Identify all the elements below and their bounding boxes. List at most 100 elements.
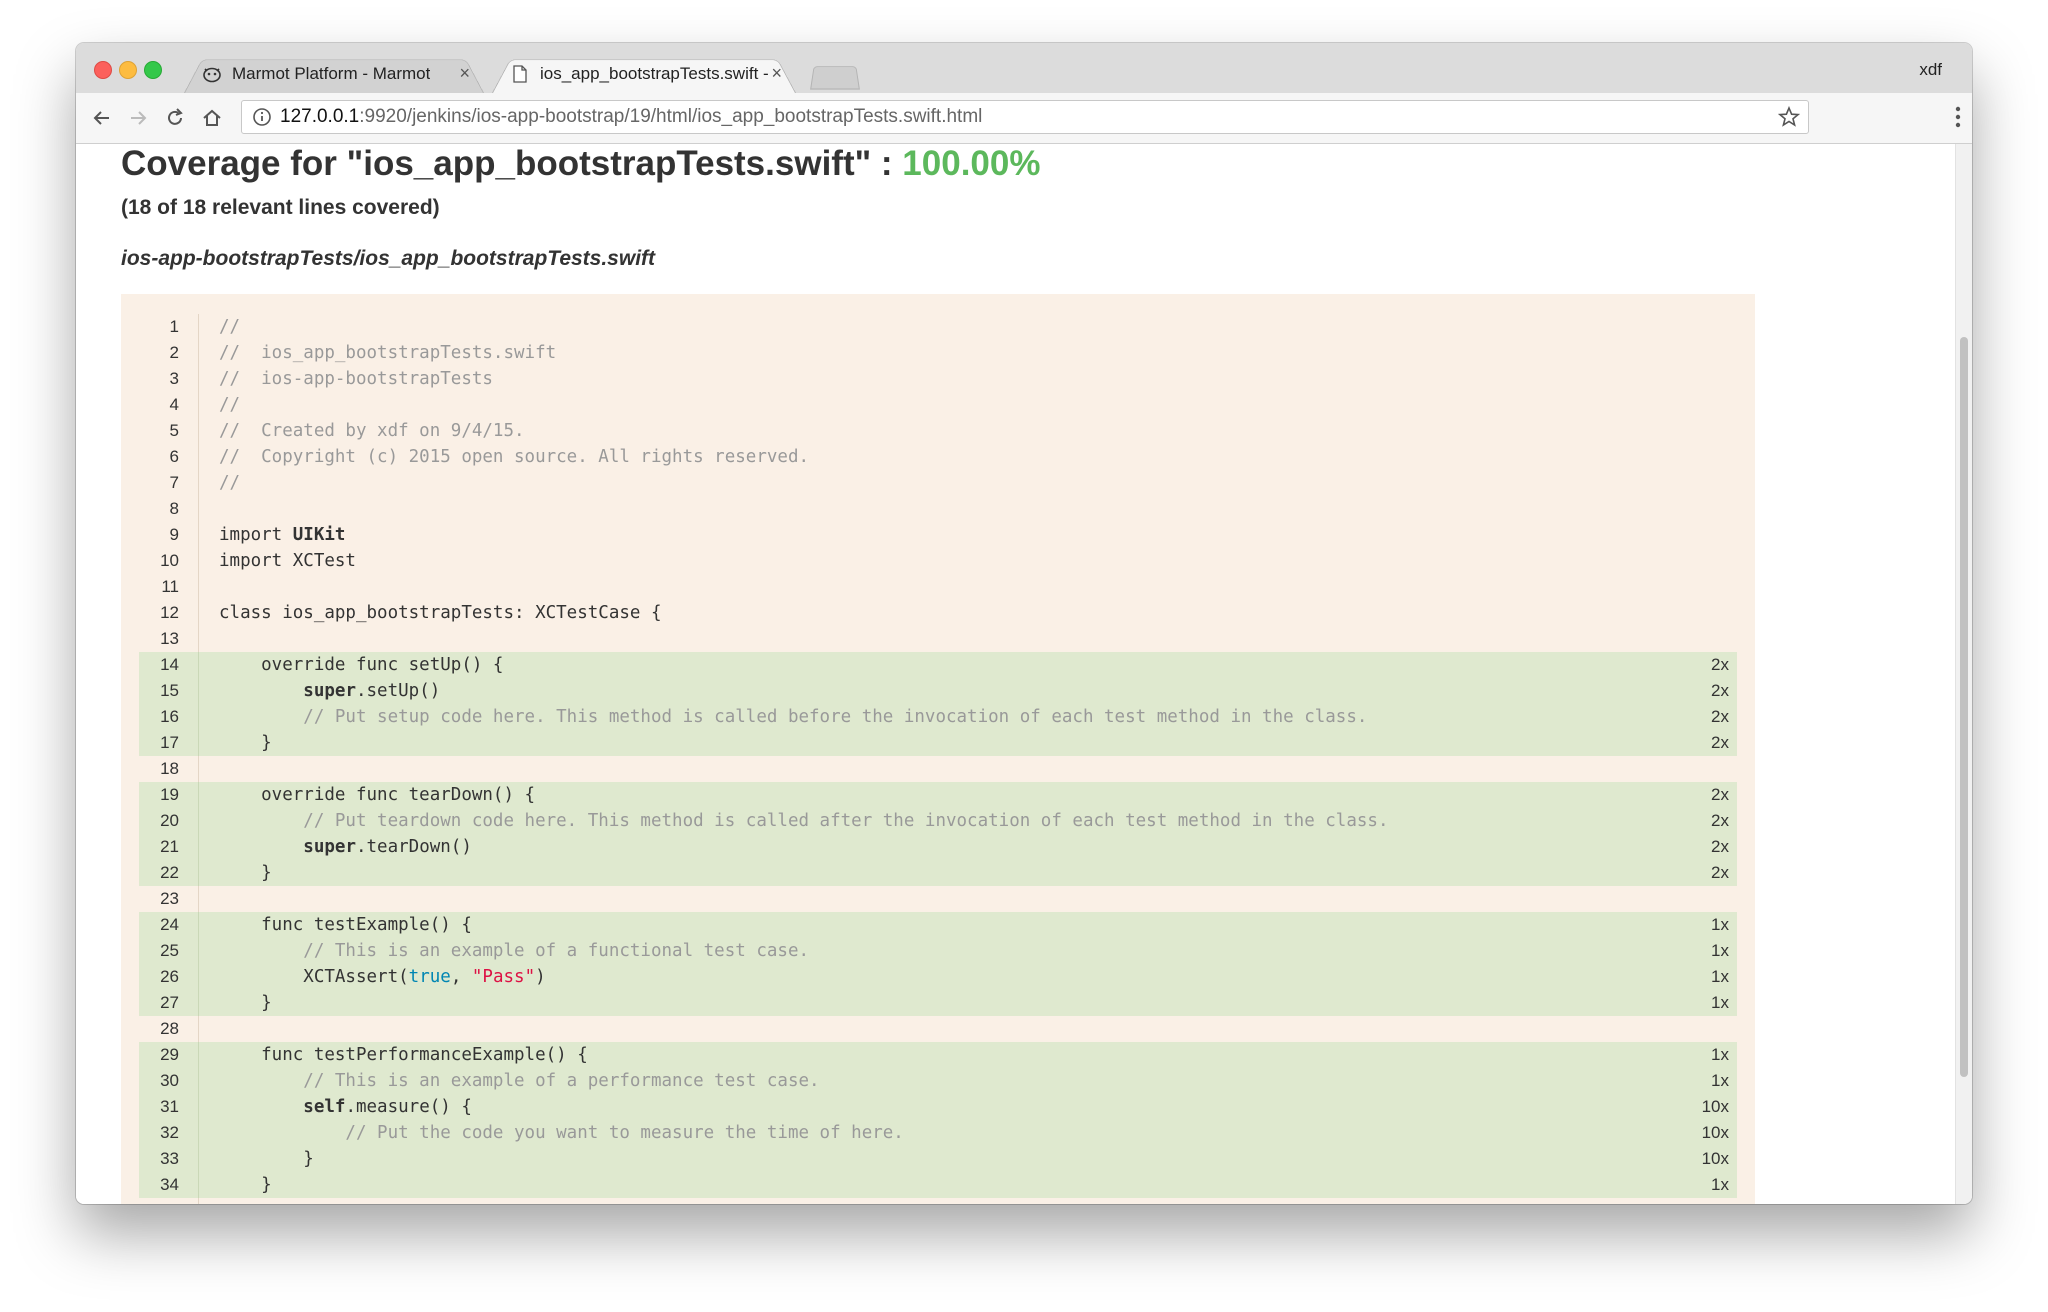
profile-name[interactable]: xdf	[1919, 60, 1942, 80]
code-line: 32 // Put the code you want to measure t…	[139, 1120, 1737, 1146]
forward-button[interactable]	[124, 104, 152, 132]
code-line: 30 // This is an example of a performanc…	[139, 1068, 1737, 1094]
tab-strip: Marmot Platform - Marmot × ios_app_boots…	[76, 43, 1972, 94]
code-line: 34 } 1x	[139, 1172, 1737, 1198]
hit-count: 1x	[1711, 967, 1729, 986]
code-line: 18	[139, 756, 1737, 782]
browser-menu-button[interactable]	[1954, 105, 1962, 134]
code-line: 7 //	[139, 470, 1737, 496]
gutter-divider	[198, 912, 199, 938]
code-token: }	[219, 733, 272, 753]
info-icon[interactable]	[252, 107, 272, 127]
tab-coverage-file[interactable]: ios_app_bootstrapTests.swift - ×	[492, 54, 796, 93]
line-number: 17	[160, 733, 179, 752]
code-text: // Put setup code here. This method is c…	[219, 704, 1367, 730]
line-number: 32	[160, 1123, 179, 1142]
code-text: }	[219, 1146, 314, 1172]
gutter-divider	[198, 704, 199, 730]
bookmark-star-icon[interactable]	[1778, 106, 1800, 128]
page-scrollbar[interactable]	[1955, 144, 1972, 1204]
gutter-divider	[198, 366, 199, 392]
code-line: 35	[139, 1198, 1737, 1204]
code-line: 13	[139, 626, 1737, 652]
gutter-divider	[198, 860, 199, 886]
gutter-divider	[198, 418, 199, 444]
gutter-divider	[198, 782, 199, 808]
code-text: //	[219, 314, 240, 340]
minimize-window-button[interactable]	[119, 61, 137, 79]
hit-count: 1x	[1711, 941, 1729, 960]
line-number: 34	[160, 1175, 179, 1194]
code-token: super	[303, 681, 356, 701]
tab-close-icon[interactable]: ×	[771, 63, 782, 84]
reload-icon	[168, 108, 183, 125]
gutter-divider	[198, 548, 199, 574]
code-line: 15 super.setUp() 2x	[139, 678, 1737, 704]
hit-count: 10x	[1701, 1097, 1729, 1116]
code-token: import	[219, 525, 293, 545]
gutter-divider	[198, 964, 199, 990]
code-token: func testExample() {	[219, 915, 472, 935]
line-number: 26	[160, 967, 179, 986]
line-number: 15	[160, 681, 179, 700]
code-text: // ios-app-bootstrapTests	[219, 366, 493, 392]
line-number: 33	[160, 1149, 179, 1168]
gutter-divider	[198, 886, 199, 912]
home-button[interactable]	[198, 104, 226, 132]
code-token: }	[219, 1149, 314, 1169]
new-tab-button[interactable]	[810, 66, 860, 90]
url-text[interactable]: 127.0.0.1:9920/jenkins/ios-app-bootstrap…	[280, 106, 982, 128]
code-text: override func tearDown() {	[219, 782, 535, 808]
scrollbar-thumb[interactable]	[1960, 337, 1968, 1077]
code-line: 19 override func tearDown() {2x	[139, 782, 1737, 808]
gutter-divider	[198, 990, 199, 1016]
maximize-window-button[interactable]	[144, 61, 162, 79]
line-number: 31	[160, 1097, 179, 1116]
hit-count: 10x	[1701, 1149, 1729, 1168]
back-button[interactable]	[88, 104, 116, 132]
code-line: 21 super.tearDown() 2x	[139, 834, 1737, 860]
code-text: }	[219, 730, 272, 756]
tab-close-icon[interactable]: ×	[459, 63, 470, 84]
source-code-listing: 1 // 2 // ios_app_bootstrapTests.swift 3 // i…	[121, 294, 1755, 1204]
code-text: // This is an example of a performance t…	[219, 1068, 819, 1094]
gutter-divider	[198, 1172, 199, 1198]
gutter-divider	[198, 756, 199, 782]
close-window-button[interactable]	[94, 61, 112, 79]
gutter-divider	[198, 834, 199, 860]
code-token: self	[303, 1097, 346, 1117]
line-number: 30	[160, 1071, 179, 1090]
code-text: func testExample() {	[219, 912, 472, 938]
tab-marmot-platform[interactable]: Marmot Platform - Marmot ×	[184, 54, 484, 93]
gutter-divider	[198, 678, 199, 704]
code-text: }	[219, 990, 272, 1016]
hit-count: 10x	[1701, 1123, 1729, 1142]
hit-count: 1x	[1711, 993, 1729, 1012]
code-text: super.setUp()	[219, 678, 440, 704]
url-host: 127.0.0.1	[280, 106, 360, 127]
code-text: class ios_app_bootstrapTests: XCTestCase…	[219, 600, 662, 626]
line-number: 22	[160, 863, 179, 882]
reload-button[interactable]	[161, 104, 189, 132]
code-token: class ios_app_bootstrapTests: XCTestCase…	[219, 603, 662, 623]
code-line: 24 func testExample() {1x	[139, 912, 1737, 938]
code-line: 16 // Put setup code here. This method i…	[139, 704, 1737, 730]
coverage-percent: 100.00%	[902, 144, 1041, 183]
hit-count: 2x	[1711, 733, 1729, 752]
tab-label: Marmot Platform - Marmot	[232, 63, 431, 83]
gutter-divider	[198, 1198, 199, 1204]
url-path: :9920/jenkins/ios-app-bootstrap/19/html/…	[359, 106, 983, 127]
code-text: }	[219, 860, 272, 886]
gutter-divider	[198, 1094, 199, 1120]
line-number: 6	[169, 447, 179, 466]
line-number: 23	[160, 889, 179, 908]
code-text: super.tearDown()	[219, 834, 472, 860]
code-line: 6 // Copyright (c) 2015 open source. All …	[139, 444, 1737, 470]
browser-window: Marmot Platform - Marmot × ios_app_boots…	[76, 43, 1972, 1204]
line-number: 16	[160, 707, 179, 726]
back-arrow-icon	[93, 111, 109, 125]
address-bar[interactable]: 127.0.0.1:9920/jenkins/ios-app-bootstrap…	[241, 100, 1809, 134]
gutter-divider	[198, 808, 199, 834]
gutter-divider	[198, 496, 199, 522]
